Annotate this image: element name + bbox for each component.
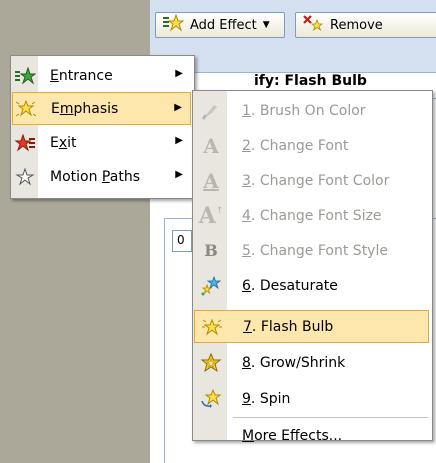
chevron-down-icon: ▼: [262, 20, 270, 30]
add-effect-button[interactable]: Add Effect ▼: [155, 12, 285, 38]
change-font-color-icon: A: [203, 168, 219, 193]
submenu-arrow-icon: ▶: [175, 169, 183, 180]
menu-item-emphasis[interactable]: Emphasis ▶: [12, 92, 191, 125]
more-effects-spacer: [194, 426, 228, 446]
effect-label: 8. Grow/Shrink: [242, 354, 346, 371]
change-font-icon: A: [203, 133, 219, 158]
effect-change-font-color[interactable]: A 3. Change Font Color: [194, 164, 429, 197]
effect-spin[interactable]: 9. Spin: [194, 382, 429, 415]
submenu-arrow-icon: ▶: [174, 102, 182, 113]
effect-change-font-size[interactable]: A ↑ 4. Change Font Size: [194, 199, 429, 232]
motion-paths-star-icon: [12, 167, 38, 187]
menu-item-label: Entrance: [50, 67, 113, 84]
exit-star-icon: [12, 133, 38, 153]
effect-label: 5. Change Font Style: [242, 242, 388, 259]
add-effect-label: Add Effect: [190, 17, 257, 33]
animation-order-box[interactable]: 0: [172, 230, 192, 252]
effect-label: 7. Flash Bulb: [243, 318, 334, 335]
effect-label: 6. Desaturate: [242, 277, 338, 294]
menu-item-label: Exit: [50, 134, 77, 151]
emphasis-submenu: 1. Brush On Color A 2. Change Font A 3. …: [192, 90, 433, 444]
effect-desaturate[interactable]: 6. Desaturate: [194, 269, 429, 302]
menu-item-motion-paths[interactable]: Motion Paths ▶: [12, 160, 191, 193]
effect-label: 4. Change Font Size: [242, 207, 382, 224]
effect-label: 1. Brush On Color: [242, 102, 366, 119]
menu-separator: [233, 417, 428, 418]
desaturate-icon: [194, 275, 228, 296]
submenu-arrow-icon: ▶: [175, 68, 183, 79]
add-effect-menu: Entrance ▶ Emphasis ▶ Exit ▶ Motion Path…: [10, 55, 195, 199]
effect-label: 2. Change Font: [242, 137, 349, 154]
entrance-star-icon: [12, 66, 38, 86]
effect-label: 9. Spin: [242, 390, 291, 407]
menu-item-entrance[interactable]: Entrance ▶: [12, 59, 191, 92]
add-effect-star-icon: [162, 13, 185, 36]
grow-shrink-icon: [194, 352, 228, 373]
remove-button[interactable]: Remove: [295, 12, 436, 38]
menu-item-label: Motion Paths: [50, 168, 140, 185]
modify-heading: ify: Flash Bulb: [254, 73, 367, 89]
effect-grow-shrink[interactable]: 8. Grow/Shrink: [194, 346, 429, 379]
more-effects-item[interactable]: More Effects...: [194, 419, 429, 452]
change-font-size-icon: A ↑: [198, 202, 224, 229]
effect-change-font[interactable]: A 2. Change Font: [194, 129, 429, 162]
emphasis-star-icon: [13, 99, 39, 119]
menu-item-label: Emphasis: [51, 100, 119, 117]
effect-change-font-style[interactable]: B 5. Change Font Style: [194, 234, 429, 267]
spin-icon: [194, 388, 228, 409]
submenu-arrow-icon: ▶: [175, 135, 183, 146]
effect-label: 3. Change Font Color: [242, 172, 390, 189]
more-effects-label: More Effects...: [242, 427, 343, 444]
remove-effect-icon: [302, 14, 324, 36]
menu-item-exit[interactable]: Exit ▶: [12, 126, 191, 159]
brush-on-color-icon: [194, 101, 228, 121]
effect-flash-bulb[interactable]: 7. Flash Bulb: [194, 310, 429, 343]
effect-brush-on-color[interactable]: 1. Brush On Color: [194, 94, 429, 127]
flash-bulb-icon: [195, 317, 229, 337]
change-font-style-icon: B: [204, 241, 218, 260]
remove-label: Remove: [330, 17, 383, 33]
